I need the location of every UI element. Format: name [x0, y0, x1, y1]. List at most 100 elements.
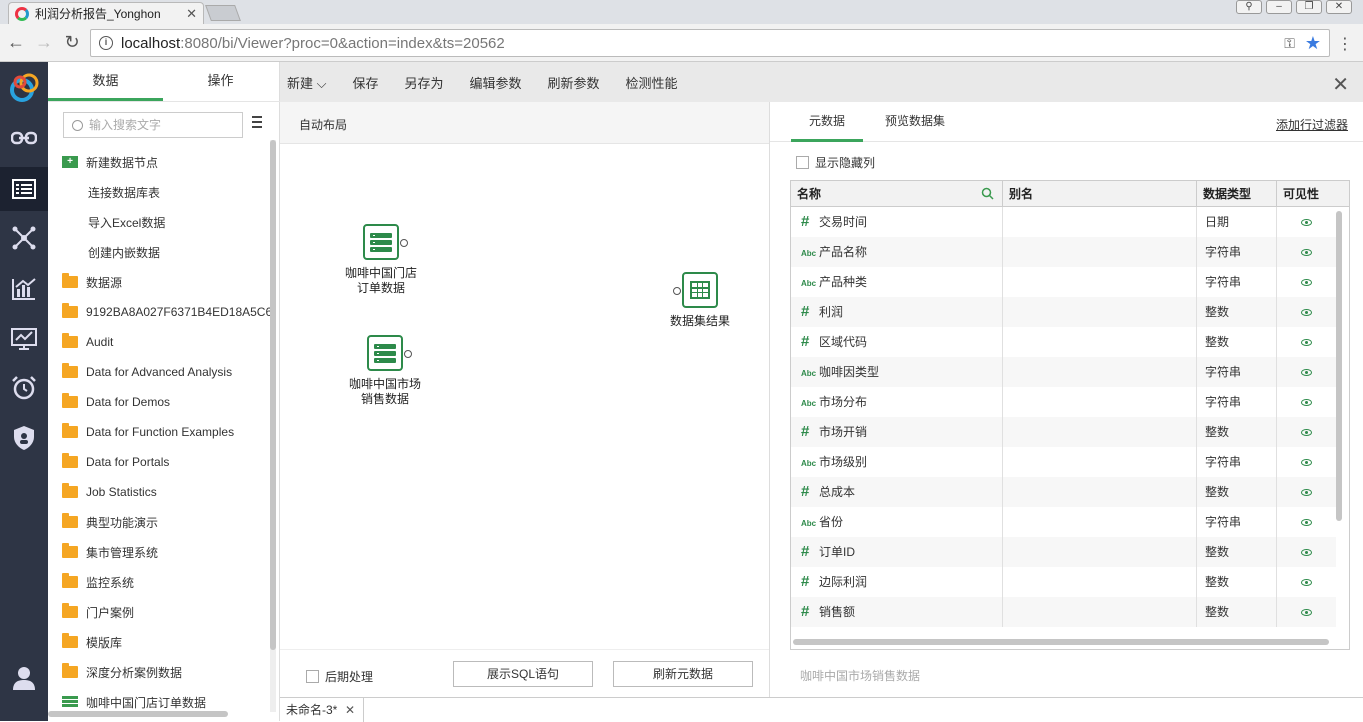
- table-row[interactable]: Abc 产品名称 字符串: [791, 237, 1336, 267]
- tree-item[interactable]: 深度分析案例数据: [48, 657, 270, 687]
- cell-alias[interactable]: [1003, 447, 1197, 477]
- new-dropdown-button[interactable]: 新建 ⌵: [287, 73, 326, 92]
- profile-icon[interactable]: ⚲: [1236, 0, 1262, 14]
- refresh-metadata-button[interactable]: 刷新元数据: [613, 661, 753, 687]
- cell-alias[interactable]: [1003, 357, 1197, 387]
- cell-type[interactable]: 整数: [1197, 537, 1277, 567]
- tab-data[interactable]: 数据: [48, 62, 163, 101]
- table-row[interactable]: # 利润 整数: [791, 297, 1336, 327]
- cell-type[interactable]: 整数: [1197, 567, 1277, 597]
- column-header-type[interactable]: 数据类型: [1197, 181, 1277, 207]
- cell-type[interactable]: 字符串: [1197, 447, 1277, 477]
- cell-visibility[interactable]: [1277, 447, 1336, 477]
- tab-metadata[interactable]: 元数据: [791, 112, 864, 142]
- nav-user-icon[interactable]: [0, 656, 48, 700]
- nav-network-icon[interactable]: [0, 216, 48, 260]
- tree-item[interactable]: Audit: [48, 327, 270, 357]
- cell-visibility[interactable]: [1277, 297, 1336, 327]
- cell-name[interactable]: Abc 产品种类: [791, 267, 1003, 297]
- grid-horizontal-scrollbar[interactable]: [793, 639, 1329, 645]
- cell-name[interactable]: # 边际利润: [791, 567, 1003, 597]
- eye-icon[interactable]: [1301, 489, 1312, 497]
- edit-params-button[interactable]: 编辑参数: [470, 73, 522, 92]
- eye-icon[interactable]: [1301, 429, 1312, 437]
- nav-security-shield-icon[interactable]: [0, 416, 48, 460]
- cell-visibility[interactable]: [1277, 327, 1336, 357]
- eye-icon[interactable]: [1301, 369, 1312, 377]
- table-row[interactable]: Abc 咖啡因类型 字符串: [791, 357, 1336, 387]
- cell-name[interactable]: Abc 市场分布: [791, 387, 1003, 417]
- cell-visibility[interactable]: [1277, 357, 1336, 387]
- table-row[interactable]: Abc 市场级别 字符串: [791, 447, 1336, 477]
- cell-alias[interactable]: [1003, 417, 1197, 447]
- node-market-sales[interactable]: 咖啡中国市场 销售数据: [340, 335, 430, 407]
- tree-item[interactable]: 数据源: [48, 267, 270, 297]
- reload-icon[interactable]: ↻: [58, 32, 86, 53]
- tree-item[interactable]: Data for Function Examples: [48, 417, 270, 447]
- cell-type[interactable]: 整数: [1197, 417, 1277, 447]
- forward-arrow-icon[interactable]: →: [30, 32, 58, 53]
- tree-item[interactable]: Job Statistics: [48, 477, 270, 507]
- cell-visibility[interactable]: [1277, 567, 1336, 597]
- add-row-filter-link[interactable]: 添加行过滤器: [1276, 116, 1348, 133]
- cell-alias[interactable]: [1003, 507, 1197, 537]
- node-dataset-result[interactable]: 数据集结果: [663, 272, 737, 329]
- cell-visibility[interactable]: [1277, 597, 1336, 627]
- tree-item[interactable]: 9192BA8A027F6371B4ED18A5C6: [48, 297, 270, 327]
- eye-icon[interactable]: [1301, 279, 1312, 287]
- eye-icon[interactable]: [1301, 459, 1312, 467]
- tree-item[interactable]: 门户案例: [48, 597, 270, 627]
- minimize-button[interactable]: –: [1266, 0, 1292, 14]
- cell-alias[interactable]: [1003, 597, 1197, 627]
- auto-layout-button[interactable]: 自动布局: [299, 116, 347, 133]
- tree-item[interactable]: 典型功能演示: [48, 507, 270, 537]
- save-button[interactable]: 保存: [352, 73, 378, 92]
- nav-data-icon[interactable]: [0, 167, 48, 211]
- cell-visibility[interactable]: [1277, 477, 1336, 507]
- column-header-visibility[interactable]: 可见性: [1277, 181, 1337, 207]
- back-arrow-icon[interactable]: ←: [2, 32, 30, 53]
- tree-item[interactable]: 创建内嵌数据: [48, 237, 270, 267]
- grid-vertical-scrollbar[interactable]: [1336, 211, 1342, 521]
- refresh-params-button[interactable]: 刷新参数: [548, 73, 600, 92]
- tree-item[interactable]: Data for Demos: [48, 387, 270, 417]
- cell-name[interactable]: # 订单ID: [791, 537, 1003, 567]
- cell-name[interactable]: Abc 市场级别: [791, 447, 1003, 477]
- column-header-alias[interactable]: 别名: [1003, 181, 1197, 207]
- cell-name[interactable]: # 销售额: [791, 597, 1003, 627]
- hamburger-menu-icon[interactable]: [252, 116, 262, 131]
- tree-item[interactable]: Data for Advanced Analysis: [48, 357, 270, 387]
- editor-close-icon[interactable]: ✕: [1332, 72, 1349, 97]
- cell-visibility[interactable]: [1277, 537, 1336, 567]
- tree-item[interactable]: 监控系统: [48, 567, 270, 597]
- eye-icon[interactable]: [1301, 219, 1312, 227]
- browser-tab[interactable]: 利润分析报告_Yonghon ✕: [8, 2, 204, 24]
- cell-name[interactable]: Abc 咖啡因类型: [791, 357, 1003, 387]
- cell-visibility[interactable]: [1277, 237, 1336, 267]
- tab-operations[interactable]: 操作: [163, 62, 278, 101]
- site-info-icon[interactable]: i: [99, 36, 113, 50]
- flow-canvas[interactable]: 咖啡中国门店 订单数据 咖啡中国市场 销售数据 数据集结果: [280, 144, 769, 649]
- cell-type[interactable]: 字符串: [1197, 237, 1277, 267]
- tree-horizontal-scrollbar[interactable]: [48, 711, 228, 717]
- cell-type[interactable]: 字符串: [1197, 387, 1277, 417]
- tab-preview-dataset[interactable]: 预览数据集: [885, 112, 945, 129]
- cell-type[interactable]: 整数: [1197, 477, 1277, 507]
- input-port[interactable]: [673, 287, 681, 295]
- check-performance-button[interactable]: 检测性能: [626, 73, 678, 92]
- search-input[interactable]: [89, 118, 229, 132]
- cell-alias[interactable]: [1003, 267, 1197, 297]
- post-process-checkbox[interactable]: 后期处理: [300, 668, 373, 685]
- eye-icon[interactable]: [1301, 399, 1312, 407]
- eye-icon[interactable]: [1301, 519, 1312, 527]
- cell-type[interactable]: 整数: [1197, 297, 1277, 327]
- eye-icon[interactable]: [1301, 609, 1312, 617]
- cell-name[interactable]: # 市场开销: [791, 417, 1003, 447]
- cell-visibility[interactable]: [1277, 207, 1336, 237]
- show-sql-button[interactable]: 展示SQL语句: [453, 661, 593, 687]
- output-port[interactable]: [400, 239, 408, 247]
- nav-link-icon[interactable]: [0, 116, 48, 160]
- table-row[interactable]: # 交易时间 日期: [791, 207, 1336, 237]
- eye-icon[interactable]: [1301, 249, 1312, 257]
- url-input[interactable]: i localhost:8080/bi/Viewer?proc=0&action…: [90, 29, 1330, 57]
